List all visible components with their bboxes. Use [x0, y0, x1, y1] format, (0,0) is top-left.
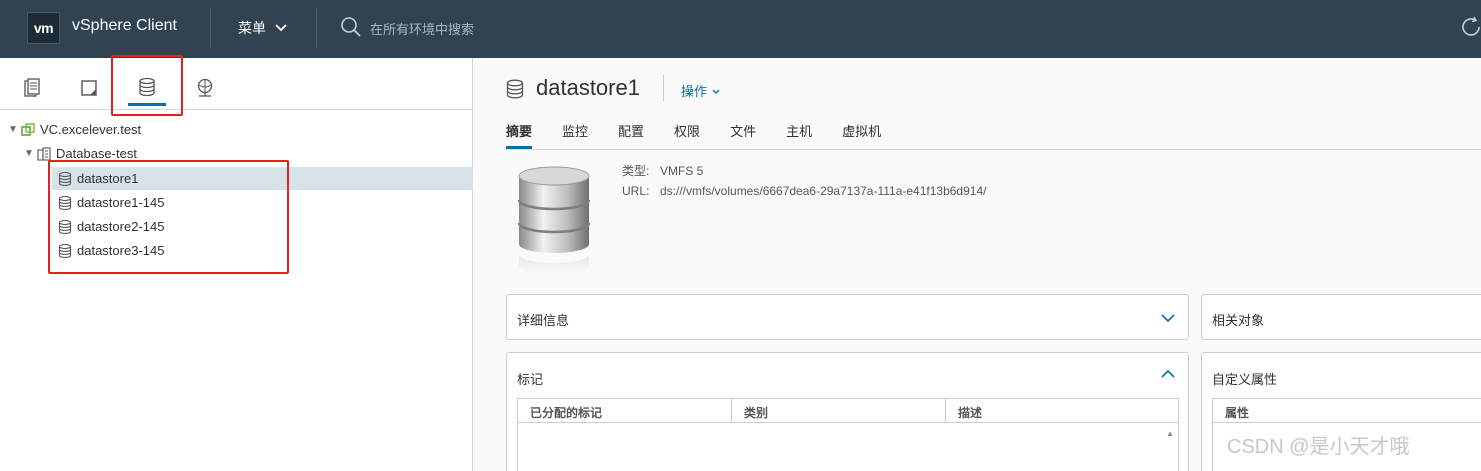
- tabs-divider: [506, 149, 1481, 150]
- actions-label: 操作: [681, 84, 708, 99]
- datastore-icon: [58, 195, 72, 210]
- type-label: 类型:: [622, 164, 650, 178]
- details-card[interactable]: 详细信息: [506, 294, 1189, 340]
- tree-node-label: datastore1: [77, 171, 139, 186]
- menu-button[interactable]: 菜单: [238, 18, 288, 38]
- tree-node-label: Database-test: [56, 146, 137, 161]
- collapse-caret-icon[interactable]: ▼: [22, 148, 36, 159]
- refresh-icon[interactable]: [1458, 14, 1481, 40]
- column-header-assigned-tag[interactable]: 已分配的标记: [518, 399, 732, 422]
- card-title: 标记: [517, 372, 544, 387]
- tree-node-datastore[interactable]: datastore3-145: [52, 239, 164, 262]
- global-search-input[interactable]: 在所有环境中搜索: [370, 19, 474, 38]
- header-divider: [316, 8, 317, 48]
- vm-template-icon: [81, 80, 97, 96]
- type-row: 类型: VMFS 5: [622, 161, 986, 181]
- grid-header: 已分配的标记 类别 描述: [518, 399, 1178, 423]
- tab-storage[interactable]: [128, 70, 166, 106]
- url-row: URL: ds:///vmfs/volumes/6667dea6-29a7137a…: [622, 181, 986, 201]
- card-title: 自定义属性: [1212, 372, 1278, 387]
- tree-node-datastore[interactable]: datastore2-145: [52, 215, 164, 238]
- tags-card: 标记 已分配的标记 类别 描述 ▲: [506, 352, 1189, 471]
- vmware-logo[interactable]: vm: [27, 12, 60, 44]
- column-header-attribute[interactable]: 属性: [1213, 399, 1481, 422]
- grid-header: 属性: [1213, 399, 1481, 423]
- related-objects-card[interactable]: 相关对象: [1201, 294, 1481, 340]
- menu-label: 菜单: [238, 20, 266, 36]
- tab-vms[interactable]: 虚拟机: [842, 121, 881, 149]
- scroll-up-arrow-icon[interactable]: ▲: [1166, 429, 1174, 438]
- hosts-clusters-icon: [24, 78, 40, 97]
- datastore-illustration: [517, 166, 591, 275]
- chevron-down-icon: [712, 89, 720, 94]
- column-header-description[interactable]: 描述: [946, 399, 1178, 422]
- chevron-up-icon[interactable]: [1159, 365, 1177, 383]
- tab-hosts[interactable]: 主机: [786, 121, 812, 149]
- datastore-icon: [58, 243, 72, 258]
- page-title: datastore1: [536, 75, 640, 100]
- tab-files[interactable]: 文件: [730, 121, 756, 149]
- chevron-down-icon: [275, 24, 287, 32]
- tree-node-datastore[interactable]: datastore1-145: [52, 191, 164, 214]
- type-value: VMFS 5: [660, 164, 704, 178]
- datastore-icon: [506, 79, 524, 99]
- title-divider: [663, 75, 664, 101]
- tags-grid: 已分配的标记 类别 描述 ▲: [517, 398, 1179, 471]
- tab-networking[interactable]: [186, 70, 224, 106]
- tab-vms-and-templates[interactable]: [70, 70, 108, 106]
- actions-menu-button[interactable]: 操作: [681, 81, 721, 100]
- tree-node-label: datastore3-145: [77, 243, 165, 258]
- tab-permissions[interactable]: 权限: [674, 121, 700, 149]
- tree-node-label: VC.excelever.test: [40, 122, 142, 137]
- object-tabs: 摘要 监控 配置 权限 文件 主机 虚拟机: [506, 121, 911, 149]
- tab-summary[interactable]: 摘要: [506, 121, 533, 149]
- header-divider: [210, 8, 211, 48]
- datastore-icon: [58, 171, 72, 186]
- tab-configure[interactable]: 配置: [618, 121, 644, 149]
- tab-hosts-and-clusters[interactable]: [13, 70, 51, 106]
- chevron-down-icon[interactable]: [1159, 309, 1177, 327]
- navigator-tabs: [0, 58, 473, 110]
- content-pane: datastore1 操作 摘要 监控 配置 权限 文件 主机 虚拟机 类型: …: [474, 58, 1481, 471]
- card-title: 相关对象: [1212, 313, 1265, 328]
- column-header-category[interactable]: 类别: [732, 399, 946, 422]
- tree-node-datastore[interactable]: datastore1: [52, 167, 473, 190]
- card-title: 详细信息: [517, 313, 570, 328]
- tree-node-datacenter[interactable]: ▼ Database-test: [22, 142, 137, 165]
- tab-monitor[interactable]: 监控: [562, 121, 588, 149]
- tree-node-label: datastore2-145: [77, 219, 165, 234]
- url-value: ds:///vmfs/volumes/6667dea6-29a7137a-111…: [660, 184, 987, 198]
- url-label: URL:: [622, 184, 650, 198]
- app-title: vSphere Client: [72, 17, 177, 34]
- datastore-icon: [139, 77, 155, 96]
- datastore-icon: [58, 219, 72, 234]
- summary-info: 类型: VMFS 5 URL: ds:///vmfs/volumes/6667dea…: [622, 161, 986, 201]
- search-icon[interactable]: [340, 16, 362, 38]
- datacenter-icon: [37, 146, 51, 161]
- tree-node-label: datastore1-145: [77, 195, 165, 210]
- watermark: CSDN @是小天才哦: [1227, 436, 1410, 458]
- navigator-pane: ▼ VC.excelever.test ▼ Database-test data…: [0, 55, 473, 471]
- collapse-caret-icon[interactable]: ▼: [6, 124, 20, 135]
- top-header: vm vSphere Client 菜单 在所有环境中搜索: [0, 0, 1481, 58]
- network-icon: [197, 78, 213, 97]
- vcenter-icon: [21, 122, 35, 136]
- tree-node-vcenter[interactable]: ▼ VC.excelever.test: [6, 118, 141, 141]
